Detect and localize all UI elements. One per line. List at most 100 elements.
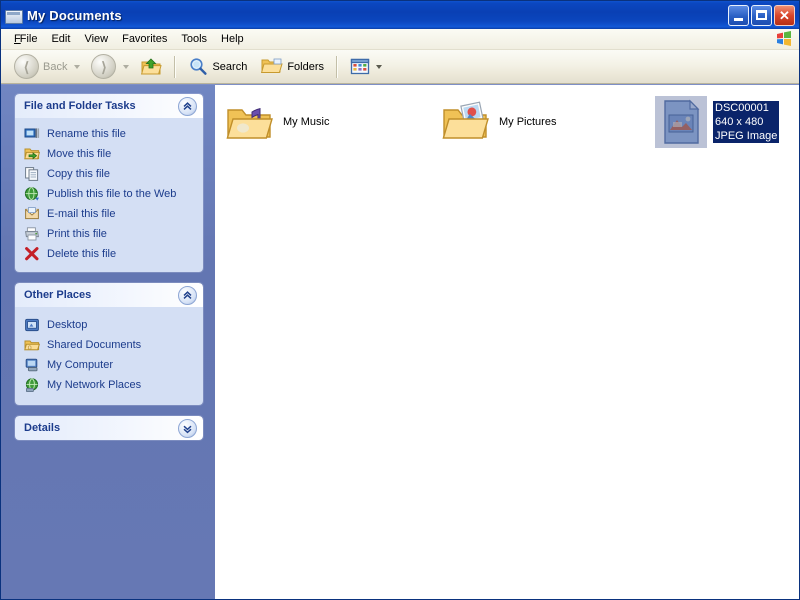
tiles-container: My Music My Pictures DSC00001 640 x 480 … xyxy=(215,85,799,152)
window-body: File and Folder Tasks Rename this file M… xyxy=(1,84,799,599)
print-icon xyxy=(24,226,40,242)
menu-tools[interactable]: Tools xyxy=(174,31,214,47)
search-icon xyxy=(190,58,208,75)
menu-favorites[interactable]: Favorites xyxy=(115,31,174,47)
place-desktop[interactable]: Desktop xyxy=(24,315,197,335)
move-icon xyxy=(24,146,41,162)
list-item-my-music[interactable]: My Music xyxy=(221,92,437,152)
task-email-this-file[interactable]: E-mail this file xyxy=(24,204,197,224)
panel-title: Details xyxy=(24,422,61,434)
place-label: Desktop xyxy=(47,319,88,331)
maximize-button[interactable] xyxy=(751,4,772,26)
panel-header-other-places[interactable]: Other Places xyxy=(15,283,203,307)
views-dropdown-arrow[interactable] xyxy=(376,64,383,69)
toolbar: ⟨ Back ⟩ Search Folders xyxy=(1,50,799,84)
toolbar-separator-1 xyxy=(174,55,177,78)
item-name: My Pictures xyxy=(499,116,557,128)
place-my-computer[interactable]: My Computer xyxy=(24,355,197,375)
task-rename-this-file[interactable]: Rename this file xyxy=(24,124,197,144)
search-button[interactable]: Search xyxy=(183,55,252,78)
minimize-button[interactable] xyxy=(728,4,749,26)
views-grid-icon xyxy=(350,58,370,74)
menu-edit[interactable]: Edit xyxy=(44,31,77,47)
title-bar[interactable]: My Documents ✕ xyxy=(1,1,799,29)
chevron-up-icon[interactable] xyxy=(178,285,197,305)
chevron-up-icon[interactable] xyxy=(178,96,197,116)
place-shared-documents[interactable]: Shared Documents xyxy=(24,335,197,355)
music-folder-icon xyxy=(225,98,273,146)
task-print-this-file[interactable]: Print this file xyxy=(24,224,197,244)
task-copy-this-file[interactable]: Copy this file xyxy=(24,164,197,184)
menu-file[interactable]: FFile xyxy=(7,31,44,47)
chevron-down-icon[interactable] xyxy=(178,418,197,438)
close-button[interactable]: ✕ xyxy=(774,4,795,26)
menu-view[interactable]: View xyxy=(77,31,115,47)
shared-folder-icon xyxy=(24,337,41,353)
window-controls: ✕ xyxy=(728,4,796,26)
up-button[interactable] xyxy=(135,55,167,79)
menu-view-label: View xyxy=(84,33,109,45)
back-button[interactable]: ⟨ Back xyxy=(9,52,72,81)
panel-details: Details xyxy=(15,416,203,440)
network-places-icon xyxy=(24,377,40,393)
up-folder-icon xyxy=(141,57,163,74)
panel-other-places: Other Places Desktop Shared Documents My… xyxy=(15,283,203,405)
panel-file-and-folder-tasks: File and Folder Tasks Rename this file M… xyxy=(15,94,203,272)
task-label: Delete this file xyxy=(47,248,117,260)
list-item-dsc00001[interactable]: DSC00001 640 x 480 JPEG Image xyxy=(653,92,783,152)
menu-bar: FFile Edit View Favorites Tools Help xyxy=(1,29,799,50)
task-label: Move this file xyxy=(47,148,112,160)
place-label: My Network Places xyxy=(47,379,142,391)
panel-header-details[interactable]: Details xyxy=(15,416,203,440)
explorer-window: My Documents ✕ FFile Edit View Favorites… xyxy=(0,0,800,600)
panel-body-file-and-folder-tasks: Rename this file Move this file Copy thi… xyxy=(15,118,203,272)
delete-icon xyxy=(24,246,40,262)
jpeg-image-icon xyxy=(655,96,707,148)
menu-favorites-label: Favorites xyxy=(122,33,168,45)
folders-label: Folders xyxy=(287,60,325,73)
toolbar-separator-2 xyxy=(336,55,339,78)
task-label: Copy this file xyxy=(47,168,110,180)
tile-labels: My Pictures xyxy=(497,115,558,129)
window-title: My Documents xyxy=(27,7,122,23)
tile-labels: My Music xyxy=(281,115,331,129)
task-publish-this-file-to-the-web[interactable]: Publish this file to the Web xyxy=(24,184,197,204)
panel-title: Other Places xyxy=(24,289,92,301)
task-delete-this-file[interactable]: Delete this file xyxy=(24,244,197,264)
file-list-area[interactable]: My Music My Pictures DSC00001 640 x 480 … xyxy=(215,85,799,599)
email-icon xyxy=(24,206,40,222)
task-move-this-file[interactable]: Move this file xyxy=(24,144,197,164)
views-button[interactable] xyxy=(345,56,387,78)
folders-icon xyxy=(261,58,284,73)
forward-icon: ⟩ xyxy=(91,54,117,79)
item-name: My Music xyxy=(283,116,330,128)
task-pane: File and Folder Tasks Rename this file M… xyxy=(1,85,215,599)
task-label: Rename this file xyxy=(47,128,126,140)
documents-folder-icon xyxy=(5,8,23,24)
panel-header-file-and-folder-tasks[interactable]: File and Folder Tasks xyxy=(15,94,203,118)
my-computer-icon xyxy=(24,357,40,373)
close-icon: ✕ xyxy=(779,7,790,23)
desktop-icon xyxy=(24,317,40,333)
panel-title: File and Folder Tasks xyxy=(24,100,136,112)
menu-help-label: Help xyxy=(221,33,244,45)
menu-help[interactable]: Help xyxy=(214,31,251,47)
list-item-my-pictures[interactable]: My Pictures xyxy=(437,92,653,152)
folders-button[interactable]: Folders xyxy=(256,55,329,78)
pictures-folder-icon xyxy=(441,98,489,146)
back-icon: ⟨ xyxy=(14,54,39,79)
publish-web-icon xyxy=(24,186,40,202)
forward-dropdown-arrow[interactable] xyxy=(123,64,130,69)
menu-edit-label: Edit xyxy=(51,33,71,45)
forward-button[interactable]: ⟩ xyxy=(86,52,121,81)
item-dimensions: 640 x 480 xyxy=(713,115,780,129)
place-my-network-places[interactable]: My Network Places xyxy=(24,375,197,395)
copy-icon xyxy=(24,166,40,182)
back-dropdown-arrow[interactable] xyxy=(74,64,81,69)
windows-flag-icon[interactable] xyxy=(775,30,793,47)
panel-body-other-places: Desktop Shared Documents My Computer My … xyxy=(15,307,203,405)
back-label: Back xyxy=(43,60,68,73)
tile-labels: DSC00001 640 x 480 JPEG Image xyxy=(713,101,780,143)
rename-icon xyxy=(24,126,40,142)
item-name: DSC00001 xyxy=(713,101,780,115)
